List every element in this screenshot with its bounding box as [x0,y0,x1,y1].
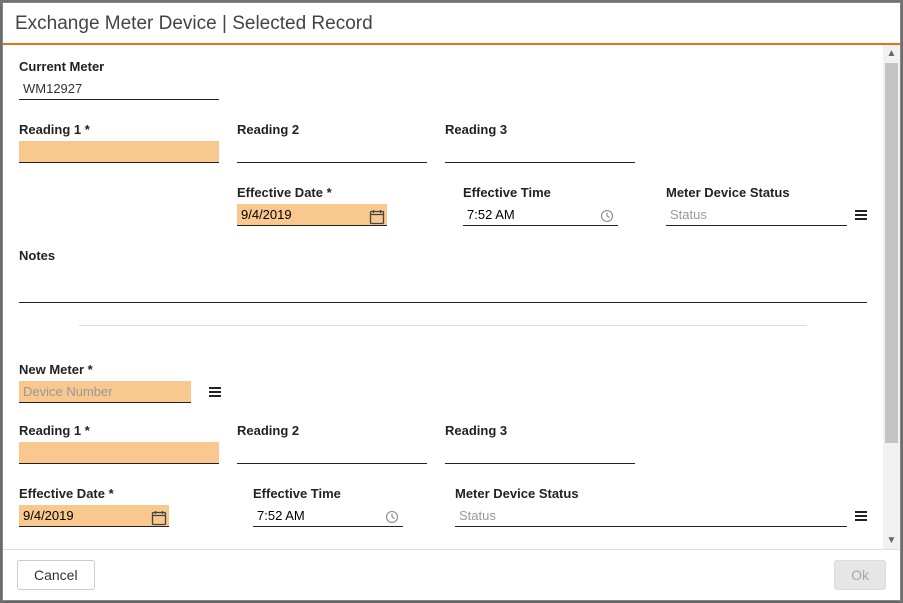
current-status-field [666,204,867,226]
scroll-down-arrow-icon[interactable]: ▼ [883,532,900,549]
new-effdate-field [19,505,169,527]
current-effdate-field [237,204,387,226]
new-reading2-label: Reading 2 [237,423,427,438]
new-reading1-input[interactable] [19,442,219,464]
menu-icon[interactable] [207,384,223,400]
current-reading3-col: Reading 3 [445,122,635,163]
current-reading2-field [237,141,427,163]
spacer-col [19,185,219,226]
new-reading1-label: Reading 1 * [19,423,219,438]
new-status-field [455,505,867,527]
current-meter-row: Current Meter [19,59,867,100]
menu-icon[interactable] [853,207,869,223]
calendar-icon[interactable] [369,209,383,223]
new-reading2-input[interactable] [237,442,427,464]
current-efftime-col: Effective Time [463,185,618,226]
current-meter-input[interactable] [19,78,219,100]
new-effdate-label: Effective Date * [19,486,169,501]
new-reading3-col: Reading 3 [445,423,635,464]
current-reading2-input[interactable] [237,141,427,163]
current-status-col: Meter Device Status [666,185,867,226]
clock-icon[interactable] [600,209,614,223]
new-reading3-input[interactable] [445,442,635,464]
current-reading1-col: Reading 1 * [19,122,219,163]
current-effective-row: Effective Date * Effective Time [19,185,867,226]
dialog-body-wrap: Current Meter Reading 1 * Reading 2 [3,45,900,549]
current-reading1-input[interactable] [19,141,219,163]
new-efftime-field [253,505,403,527]
dialog-footer: Cancel Ok [3,549,900,600]
current-meter-field [19,78,219,100]
new-status-input[interactable] [455,505,847,527]
dialog-body: Current Meter Reading 1 * Reading 2 [3,45,883,549]
current-reading2-col: Reading 2 [237,122,427,163]
current-efftime-input[interactable] [463,204,618,226]
current-reading3-field [445,141,635,163]
ok-button[interactable]: Ok [834,560,886,590]
new-status-col: Meter Device Status [455,486,867,527]
new-meter-label: New Meter * [19,362,219,377]
vertical-scrollbar[interactable]: ▲ ▼ [883,45,900,549]
current-meter-label: Current Meter [19,59,219,74]
current-efftime-field [463,204,618,226]
new-readings-row: Reading 1 * Reading 2 Reading 3 [19,423,867,464]
new-reading2-col: Reading 2 [237,423,427,464]
new-efftime-label: Effective Time [253,486,403,501]
current-efftime-label: Effective Time [463,185,618,200]
menu-icon[interactable] [853,508,869,524]
new-effective-row: Effective Date * Effective Time [19,486,867,527]
new-efftime-input[interactable] [253,505,403,527]
new-effdate-col: Effective Date * [19,486,169,527]
current-notes-col: Notes [19,248,867,303]
current-effdate-label: Effective Date * [237,185,387,200]
new-meter-col: New Meter * [19,362,219,403]
clock-icon[interactable] [385,510,399,524]
cancel-button[interactable]: Cancel [17,560,95,590]
current-effdate-input[interactable] [237,204,387,226]
scroll-up-arrow-icon[interactable]: ▲ [883,45,900,62]
new-meter-input[interactable] [19,381,191,403]
exchange-meter-dialog: Exchange Meter Device | Selected Record … [2,2,901,601]
spacer-col-3 [187,486,235,527]
new-meter-row: New Meter * [19,362,867,403]
current-reading2-label: Reading 2 [237,122,427,137]
new-meter-field [19,381,209,403]
calendar-icon[interactable] [151,510,165,524]
current-status-input[interactable] [666,204,847,226]
new-efftime-col: Effective Time [253,486,403,527]
new-reading1-col: Reading 1 * [19,423,219,464]
current-notes-row: Notes [19,248,867,303]
scroll-thumb[interactable] [885,63,898,443]
new-reading3-label: Reading 3 [445,423,635,438]
spacer-col-2 [405,185,445,226]
current-effdate-col: Effective Date * [237,185,387,226]
new-effdate-input[interactable] [19,505,169,527]
current-status-label: Meter Device Status [666,185,867,200]
new-reading1-field [19,442,219,464]
dialog-title: Exchange Meter Device | Selected Record [3,3,900,45]
current-notes-input[interactable] [19,281,867,303]
new-reading3-field [445,442,635,464]
current-reading1-label: Reading 1 * [19,122,219,137]
new-reading2-field [237,442,427,464]
current-notes-label: Notes [19,248,867,263]
current-reading3-label: Reading 3 [445,122,635,137]
current-notes-field [19,281,867,303]
current-meter-field-col: Current Meter [19,59,219,100]
current-reading3-input[interactable] [445,141,635,163]
current-reading1-field [19,141,219,163]
current-readings-row: Reading 1 * Reading 2 Reading 3 [19,122,867,163]
new-status-label: Meter Device Status [455,486,867,501]
section-divider [79,325,807,326]
